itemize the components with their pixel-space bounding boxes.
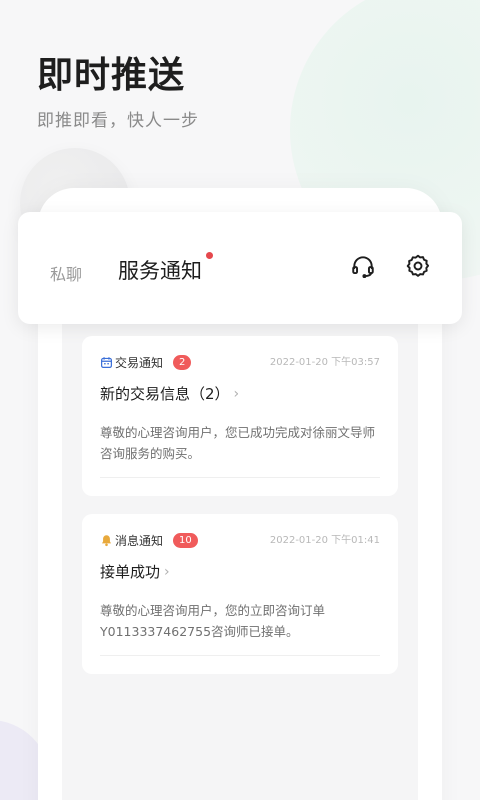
tab-private-chat[interactable]: 私聊	[50, 261, 82, 285]
notification-title[interactable]: 接单成功 ›	[100, 561, 170, 582]
notification-type: 消息通知 10	[100, 532, 198, 549]
notification-title[interactable]: 新的交易信息（2） ›	[100, 383, 239, 404]
tab-header-card: 私聊 服务通知	[18, 212, 462, 324]
notification-card[interactable]: 交易通知 2 2022-01-20 下午03:57 新的交易信息（2） › 尊敬…	[82, 336, 398, 496]
chevron-right-icon: ›	[233, 385, 240, 402]
calendar-icon	[100, 356, 113, 369]
notification-card[interactable]: 消息通知 10 2022-01-20 下午01:41 接单成功 › 尊敬的心理咨…	[82, 514, 398, 674]
bell-icon	[100, 534, 113, 547]
notification-type-label: 交易通知	[115, 356, 164, 370]
notification-type-label: 消息通知	[115, 534, 164, 548]
count-badge: 10	[173, 533, 198, 548]
notification-time: 2022-01-20 下午03:57	[269, 357, 380, 368]
gear-icon[interactable]	[404, 252, 432, 280]
hero-title: 即时推送	[37, 55, 186, 96]
hero-subtitle: 即推即看，快人一步	[37, 111, 199, 131]
headset-icon[interactable]	[349, 252, 377, 280]
notification-body: 尊敬的心理咨询用户，您的立即咨询订单Y0113337462755咨询师已接单。	[100, 603, 326, 639]
notification-title-text: 接单成功	[100, 563, 161, 581]
notification-title-text: 新的交易信息（2）	[100, 385, 230, 403]
divider	[100, 655, 380, 656]
count-badge: 2	[173, 355, 192, 370]
notification-type: 交易通知 2	[100, 354, 192, 371]
notification-body: 尊敬的心理咨询用户，您已成功完成对徐丽文导师咨询服务的购买。	[100, 425, 376, 461]
app-screen: 即时推送 即推即看，快人一步 私聊 服务通知 交易通知 2 2022-01-20…	[0, 0, 480, 800]
chevron-right-icon: ›	[164, 563, 170, 580]
unread-dot	[206, 252, 213, 259]
notification-time: 2022-01-20 下午01:41	[269, 535, 380, 546]
divider	[100, 477, 380, 478]
tab-service-notice[interactable]: 服务通知	[118, 255, 202, 285]
